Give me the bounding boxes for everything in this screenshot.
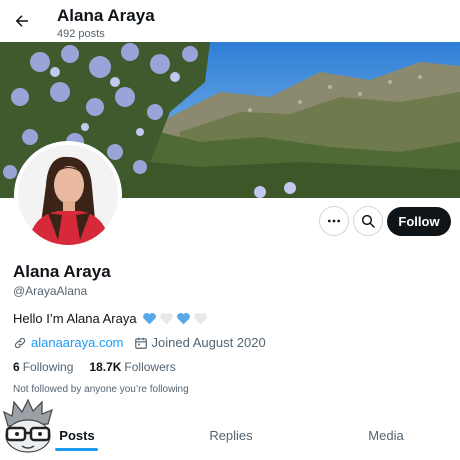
- mascot-logo: [0, 398, 58, 454]
- profile-meta: alanaaraya.com Joined August 2020: [13, 335, 266, 350]
- followers-stat[interactable]: 18.7K Followers: [89, 360, 175, 374]
- more-horizontal-icon: [328, 219, 340, 223]
- blue-heart-icon: [142, 313, 156, 325]
- back-button[interactable]: [10, 9, 34, 33]
- joined-date: Joined August 2020: [151, 335, 266, 350]
- more-button[interactable]: [319, 206, 349, 236]
- following-count: 6: [13, 360, 20, 374]
- avatar[interactable]: [14, 141, 122, 249]
- profile-stats: 6 Following 18.7K Followers: [13, 360, 192, 374]
- white-heart-icon: [193, 313, 207, 325]
- followers-count: 18.7K: [89, 360, 122, 374]
- following-stat[interactable]: 6 Following: [13, 360, 73, 374]
- website-link[interactable]: alanaaraya.com: [31, 335, 124, 350]
- active-tab-indicator: [55, 448, 98, 451]
- blue-heart-icon: [176, 313, 190, 325]
- bio-text: Hello I’m Alana Araya: [13, 311, 137, 326]
- profile-name: Alana Araya: [13, 262, 111, 281]
- search-icon: [361, 214, 375, 228]
- profile-tabs: Posts Replies Media: [0, 415, 460, 455]
- tab-media[interactable]: Media: [360, 415, 412, 455]
- avatar-photo: [18, 145, 118, 245]
- link-icon: [13, 336, 27, 350]
- following-label: Following: [22, 360, 74, 374]
- tab-replies[interactable]: Replies: [200, 415, 262, 455]
- arrow-left-icon: [15, 15, 28, 27]
- top-bar: Alana Araya 492 posts: [0, 0, 460, 42]
- header-post-count: 492 posts: [57, 28, 105, 40]
- follow-button[interactable]: Follow: [387, 207, 451, 236]
- profile-bio: Hello I’m Alana Araya: [13, 311, 208, 326]
- header-name: Alana Araya: [57, 6, 155, 25]
- mutual-followers-note: Not followed by anyone you’re following: [13, 384, 189, 395]
- search-profile-button[interactable]: [353, 206, 383, 236]
- white-heart-icon: [159, 313, 173, 325]
- followers-label: Followers: [124, 360, 176, 374]
- profile-handle: @ArayaAlana: [13, 284, 88, 298]
- calendar-icon: [134, 336, 148, 350]
